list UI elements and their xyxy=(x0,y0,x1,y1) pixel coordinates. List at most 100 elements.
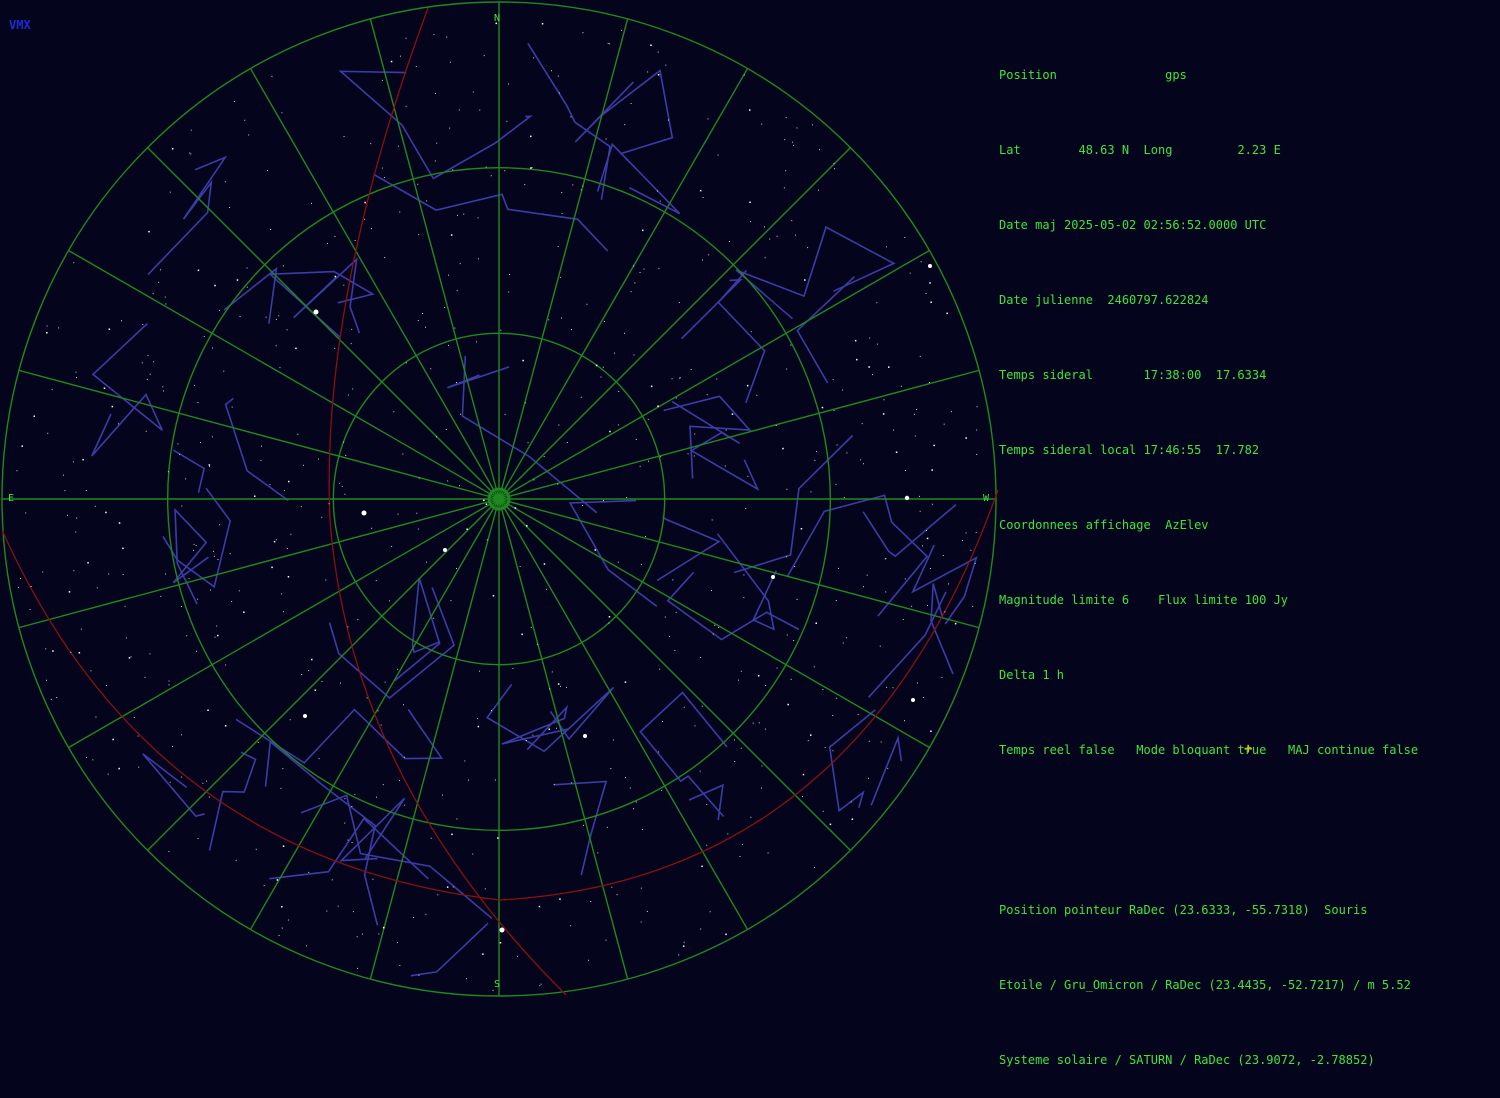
star xyxy=(106,685,107,686)
star xyxy=(384,681,386,683)
star xyxy=(318,458,319,460)
star xyxy=(197,838,199,839)
star xyxy=(217,559,219,560)
star xyxy=(45,648,47,650)
star xyxy=(216,625,218,627)
star xyxy=(311,202,312,204)
star xyxy=(82,458,84,461)
star xyxy=(372,878,374,880)
star xyxy=(308,670,310,672)
star xyxy=(263,885,265,887)
date-label: Date maj xyxy=(999,218,1057,232)
star xyxy=(558,424,560,426)
star xyxy=(417,528,419,530)
star xyxy=(588,959,589,961)
bright-star xyxy=(303,714,307,718)
star xyxy=(625,777,626,779)
star xyxy=(617,424,619,426)
star xyxy=(311,658,313,661)
star xyxy=(931,469,933,471)
julian-value: 2460797.622824 xyxy=(1107,293,1209,307)
constellation-figure xyxy=(639,691,728,818)
star xyxy=(706,804,708,805)
star xyxy=(658,751,660,753)
star xyxy=(180,606,182,607)
star xyxy=(52,650,54,652)
star xyxy=(750,331,752,333)
constellation-figure xyxy=(338,70,435,180)
star xyxy=(168,851,170,852)
star xyxy=(919,495,920,497)
star xyxy=(580,396,582,398)
star xyxy=(172,745,173,747)
star xyxy=(700,928,702,930)
star xyxy=(648,460,649,462)
star xyxy=(477,718,479,720)
star xyxy=(842,389,844,391)
star xyxy=(108,573,110,575)
star xyxy=(785,170,787,172)
star xyxy=(816,451,817,452)
mag-label: Magnitude limite xyxy=(999,593,1115,607)
star xyxy=(527,442,529,444)
star xyxy=(271,566,273,569)
star xyxy=(283,490,285,492)
star xyxy=(16,470,18,472)
star xyxy=(87,562,89,564)
star xyxy=(280,787,282,789)
star xyxy=(33,415,35,417)
star xyxy=(717,154,719,156)
star xyxy=(504,413,506,415)
blocking-label: Mode bloquant xyxy=(1136,743,1231,757)
star xyxy=(635,801,637,803)
star xyxy=(533,479,535,481)
star xyxy=(702,197,704,198)
star xyxy=(679,377,681,378)
star xyxy=(425,326,426,328)
star xyxy=(90,670,92,672)
star xyxy=(617,561,619,563)
star xyxy=(417,183,419,185)
star xyxy=(371,527,373,529)
star xyxy=(612,739,614,741)
star xyxy=(446,886,449,888)
star xyxy=(351,842,353,843)
star xyxy=(108,328,111,330)
star xyxy=(642,829,643,830)
star xyxy=(951,411,952,413)
star xyxy=(594,549,596,551)
star xyxy=(856,358,858,361)
star xyxy=(506,120,508,122)
star xyxy=(843,497,845,498)
star xyxy=(635,439,637,440)
star xyxy=(165,303,167,305)
star xyxy=(633,354,635,356)
star xyxy=(499,942,502,944)
star xyxy=(433,34,435,36)
star xyxy=(416,512,418,514)
star xyxy=(624,332,625,334)
star xyxy=(207,709,209,711)
star xyxy=(605,138,607,140)
star xyxy=(925,293,927,294)
star xyxy=(181,734,182,736)
star xyxy=(818,189,819,191)
azimuth-line xyxy=(498,68,749,500)
lat-label: Lat xyxy=(999,143,1021,157)
star xyxy=(922,545,923,547)
long-label: Long xyxy=(1143,143,1173,157)
star xyxy=(745,508,747,509)
star xyxy=(521,633,523,636)
star xyxy=(786,488,788,490)
constellation-figure xyxy=(394,577,441,682)
star xyxy=(962,540,963,541)
pointer-value: (23.6333, -55.7318) xyxy=(1172,903,1310,917)
star xyxy=(399,211,401,213)
bright-star xyxy=(771,575,775,579)
constellation-figure xyxy=(717,269,766,404)
star xyxy=(442,794,443,796)
star xyxy=(902,619,904,620)
star xyxy=(761,765,763,767)
star xyxy=(206,780,207,782)
star xyxy=(94,505,96,507)
